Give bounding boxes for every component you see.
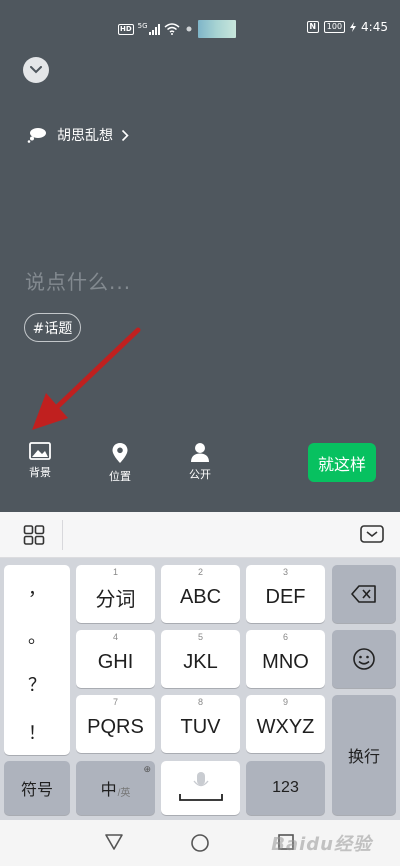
chevron-right-icon <box>121 129 129 141</box>
backspace-icon <box>351 585 376 603</box>
hide-keyboard-icon[interactable] <box>360 525 384 543</box>
topic-selector[interactable]: 胡思乱想 <box>27 125 129 145</box>
location-button[interactable]: 位置 <box>95 442 145 484</box>
lang-sub-label: /英 <box>117 787 131 799</box>
clock: 4:45 <box>361 20 388 34</box>
key-number: 1 <box>112 567 118 577</box>
key-9[interactable]: 9 WXYZ <box>246 695 325 753</box>
punct-comma[interactable]: ， <box>4 575 70 601</box>
home-icon[interactable] <box>190 833 210 853</box>
chevron-down-icon <box>30 66 42 74</box>
wifi-icon <box>164 23 180 35</box>
status-right: N 100 4:45 <box>306 20 388 34</box>
key-number: 2 <box>197 567 203 577</box>
numbers-label: 123 <box>272 779 299 796</box>
key-label: 分词 <box>95 588 136 611</box>
key-6[interactable]: 6 MNO <box>246 630 325 688</box>
globe-icon: ⊕ <box>143 764 151 774</box>
punctuation-column[interactable]: ， 。 ？ ！ <box>4 565 70 755</box>
status-bar: HD 5G N 100 4:45 <box>0 0 400 60</box>
key-number: 9 <box>282 697 288 707</box>
redacted-area <box>197 20 236 38</box>
language-switch-key[interactable]: ⊕ 中 /英 <box>76 761 155 815</box>
punct-exclaim[interactable]: ！ <box>4 719 70 745</box>
key-number: 3 <box>282 567 288 577</box>
visibility-button[interactable]: 公开 <box>175 442 225 482</box>
topic-label: 胡思乱想 <box>57 128 113 144</box>
key-number: 7 <box>112 697 118 707</box>
numbers-key[interactable]: 123 <box>246 761 325 815</box>
network-type: 5G <box>137 22 148 30</box>
lang-label: 中 <box>100 782 117 799</box>
image-icon <box>29 442 51 460</box>
post-text-input[interactable]: 说点什么... <box>25 266 131 295</box>
dot-indicator-icon <box>186 26 192 32</box>
key-label: WXYZ <box>256 715 315 738</box>
key-2[interactable]: 2 ABC <box>161 565 240 623</box>
grid-menu-icon[interactable] <box>23 525 45 545</box>
smiley-icon <box>353 648 375 670</box>
key-4[interactable]: 4 GHI <box>76 630 155 688</box>
key-label: TUV <box>180 715 221 738</box>
key-label: MNO <box>262 650 309 673</box>
submit-button[interactable]: 就这样 <box>308 443 376 482</box>
key-8[interactable]: 8 TUV <box>161 695 240 753</box>
symbols-key[interactable]: 符号 <box>4 761 70 815</box>
visibility-label: 公开 <box>189 468 211 481</box>
space-voice-icon <box>178 772 223 801</box>
key-label: DEF <box>265 585 306 608</box>
key-label: PQRS <box>87 715 144 738</box>
key-number: 5 <box>197 632 203 642</box>
thought-bubble-icon <box>27 128 46 143</box>
key-5[interactable]: 5 JKL <box>161 630 240 688</box>
battery-indicator: 100 <box>323 21 346 33</box>
toolbar-divider <box>62 520 63 550</box>
key-label: ABC <box>179 585 222 608</box>
t9-keyboard: ， 。 ？ ！ 1 分词 2 ABC 3 DEF 4 GHI 5 JKL 6 M… <box>0 558 400 820</box>
post-editor: HD 5G N 100 4:45 胡思乱想 说点什么... #话题 背景 位置 … <box>0 0 400 512</box>
key-label: GHI <box>97 650 134 673</box>
system-nav-bar: Baidu经验 <box>0 820 400 866</box>
key-7[interactable]: 7 PQRS <box>76 695 155 753</box>
back-icon[interactable] <box>104 833 124 851</box>
key-label: JKL <box>183 650 218 673</box>
charging-icon <box>350 22 357 32</box>
space-key[interactable] <box>161 761 240 815</box>
symbols-label: 符号 <box>20 782 53 799</box>
backspace-key[interactable] <box>332 565 396 623</box>
watermark: Baidu经验 <box>271 834 372 855</box>
hashtag-button[interactable]: #话题 <box>24 313 81 342</box>
key-1[interactable]: 1 分词 <box>76 565 155 623</box>
punct-question[interactable]: ？ <box>4 671 70 697</box>
hd-badge: HD <box>118 23 134 35</box>
location-pin-icon <box>112 443 128 463</box>
enter-key[interactable]: 换行 <box>332 695 396 815</box>
background-label: 背景 <box>29 466 51 479</box>
enter-label: 换行 <box>347 749 380 766</box>
punct-period[interactable]: 。 <box>4 623 70 649</box>
status-icons: HD 5G <box>118 20 236 38</box>
location-label: 位置 <box>109 470 131 483</box>
emoji-key[interactable] <box>332 630 396 688</box>
key-number: 6 <box>282 632 288 642</box>
signal-icon <box>148 23 160 35</box>
key-3[interactable]: 3 DEF <box>246 565 325 623</box>
nfc-icon: N <box>306 21 319 33</box>
key-number: 4 <box>112 632 118 642</box>
collapse-button[interactable] <box>23 57 49 83</box>
keyboard-toolbar <box>0 512 400 558</box>
person-icon <box>191 443 209 462</box>
key-number: 8 <box>197 697 203 707</box>
background-button[interactable]: 背景 <box>15 442 65 480</box>
